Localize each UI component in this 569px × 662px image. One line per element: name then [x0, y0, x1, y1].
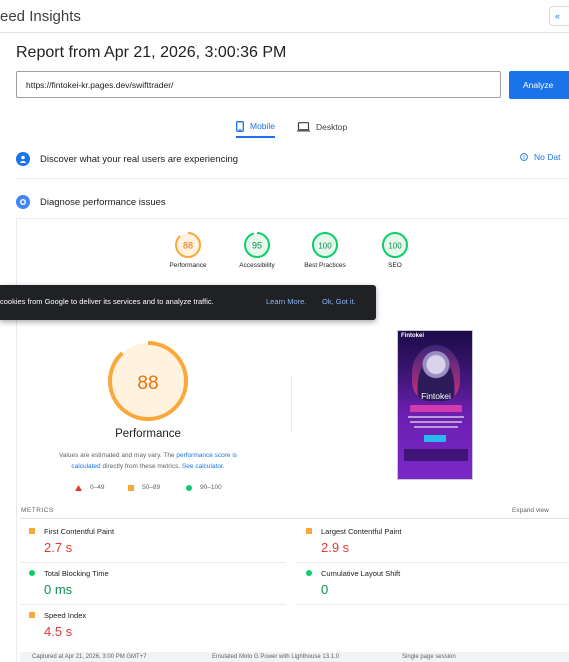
- legend-average: 50–89: [128, 484, 160, 491]
- metric-name: Cumulative Layout Shift: [321, 569, 401, 578]
- square-icon: [29, 612, 35, 618]
- laptop-icon: [297, 122, 310, 132]
- gauge-label: Best Practices: [304, 262, 346, 269]
- info-icon: [520, 153, 528, 161]
- report-title: Report from Apr 21, 2026, 3:00:36 PM: [16, 44, 287, 61]
- analyze-button[interactable]: Analyze: [509, 71, 569, 99]
- diagnose-icon: [16, 195, 30, 209]
- tab-desktop-label: Desktop: [316, 122, 348, 132]
- metrics-header: METRICS: [21, 507, 54, 514]
- performance-gauge-large-icon: 88: [108, 341, 188, 421]
- legend-range: 50–89: [142, 484, 161, 491]
- screenshot-brand: Fintokei: [401, 333, 425, 339]
- footer-session: Single page session: [402, 654, 456, 660]
- url-input[interactable]: [16, 71, 501, 98]
- cookie-ok-button[interactable]: Ok, Got it.: [322, 297, 356, 306]
- metric-value: 0: [321, 582, 329, 597]
- metrics-divider: [20, 518, 569, 519]
- tab-desktop[interactable]: Desktop: [297, 118, 347, 138]
- seo-gauge-icon: 100: [382, 232, 408, 258]
- summary-gauge-performance[interactable]: 88 Performance: [153, 231, 223, 269]
- diagnose-section-header[interactable]: Diagnose performance issues: [16, 191, 569, 213]
- screenshot-text-line: [410, 421, 462, 423]
- legend-range: 0–49: [90, 484, 105, 491]
- metric-name: First Contentful Paint: [44, 527, 115, 536]
- triangle-icon: [75, 484, 82, 491]
- gauge-score: 88: [183, 241, 193, 251]
- metric-divider: [296, 562, 569, 563]
- circle-icon: [186, 484, 192, 491]
- circle-icon: [29, 570, 35, 576]
- metric-divider: [20, 604, 286, 605]
- crux-section-header[interactable]: Discover what your real users are experi…: [16, 148, 569, 170]
- legend-pass: 90–100: [186, 484, 222, 491]
- cookie-banner: cookies from Google to deliver its servi…: [0, 285, 376, 320]
- summary-gauge-seo[interactable]: 100 SEO: [360, 231, 430, 269]
- diagnose-label: Diagnose performance issues: [40, 196, 166, 208]
- users-icon: [16, 152, 30, 166]
- crux-label: Discover what your real users are experi…: [40, 153, 239, 165]
- circle-icon: [306, 570, 312, 576]
- screenshot-button: [424, 435, 446, 442]
- metric-divider: [296, 604, 569, 605]
- legend-range: 90–100: [200, 484, 222, 491]
- share-button[interactable]: «: [549, 6, 569, 26]
- section-divider: [16, 178, 569, 179]
- best-practices-gauge-icon: 100: [312, 232, 338, 258]
- footer-captured: Captured at Apr 21, 2026, 3:00 PM GMT+7: [32, 654, 147, 660]
- screenshot-footer: [404, 449, 468, 461]
- tab-mobile[interactable]: Mobile: [236, 118, 276, 138]
- tab-mobile-label: Mobile: [250, 121, 276, 131]
- square-icon: [29, 528, 35, 534]
- gauge-label: Performance: [169, 262, 207, 269]
- screenshot-wordmark: Fintokei: [421, 391, 451, 401]
- metric-value: 0 ms: [44, 582, 73, 597]
- summary-gauge-best-practices[interactable]: 100 Best Practices: [290, 231, 360, 269]
- page-screenshot-thumbnail[interactable]: Fintokei Fintokei: [397, 330, 473, 480]
- metric-value: 2.9 s: [321, 540, 350, 555]
- see-calculator-link[interactable]: See calculator.: [182, 463, 225, 470]
- cookie-message: cookies from Google to deliver its servi…: [0, 297, 214, 306]
- footer-device: Emulated Moto G Power with Lighthouse 13…: [212, 654, 340, 660]
- app-title: eed Insights: [0, 8, 81, 25]
- performance-title: Performance: [115, 428, 181, 440]
- screenshot-text-line: [408, 416, 464, 418]
- square-icon: [128, 484, 134, 491]
- vertical-divider: [291, 377, 292, 431]
- metric-name: Largest Contentful Paint: [321, 527, 402, 536]
- performance-score: 88: [137, 373, 158, 394]
- gauge-score: 100: [388, 242, 402, 251]
- performance-note: Values are estimated and may vary. The p…: [44, 450, 252, 472]
- report-footer: Captured at Apr 21, 2026, 3:00 PM GMT+7 …: [20, 652, 569, 662]
- metric-divider: [20, 562, 286, 563]
- metric-name: Total Blocking Time: [44, 569, 109, 578]
- accessibility-gauge-icon: 95: [244, 232, 270, 258]
- expand-view-toggle[interactable]: Expand view: [512, 507, 549, 514]
- screenshot-banner: [410, 405, 462, 412]
- cookie-learn-more-link[interactable]: Learn More.: [266, 297, 306, 306]
- note-text: directly from these metrics.: [100, 463, 182, 470]
- summary-gauge-accessibility[interactable]: 95 Accessibility: [222, 231, 292, 269]
- gauge-score: 100: [318, 242, 332, 251]
- legend-fail: 0–49: [75, 484, 104, 491]
- note-text: Values are estimated and may vary. The: [58, 452, 177, 459]
- gauge-label: Accessibility: [239, 262, 275, 269]
- metric-value: 4.5 s: [44, 624, 73, 639]
- no-data-label: No Dat: [534, 152, 561, 162]
- no-data-link[interactable]: No Dat: [520, 152, 560, 162]
- screenshot-text-line: [414, 426, 458, 428]
- gauge-label: SEO: [388, 262, 402, 269]
- gauge-score: 95: [252, 241, 262, 251]
- square-icon: [306, 528, 312, 534]
- performance-gauge-icon: 88: [175, 232, 201, 258]
- performance-gauge: 88: [106, 339, 190, 428]
- phone-icon: [236, 120, 244, 132]
- metric-value: 2.7 s: [44, 540, 73, 555]
- top-bar: eed Insights «: [0, 0, 569, 33]
- metric-name: Speed Index: [44, 611, 87, 620]
